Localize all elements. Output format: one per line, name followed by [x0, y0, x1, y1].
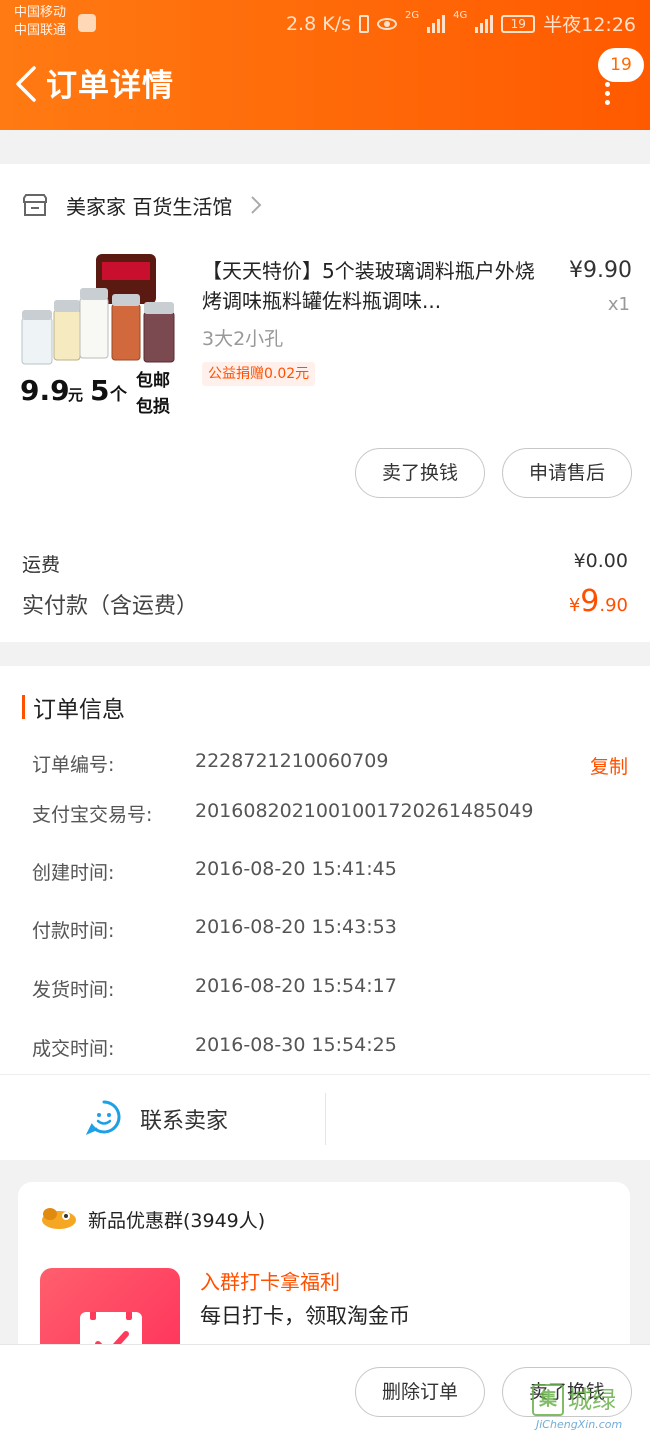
group-promo-title: 入群打卡拿福利 [200, 1270, 340, 1294]
page-title: 订单详情 [46, 68, 174, 104]
clock: 半夜12:26 [543, 14, 636, 36]
eye-icon [376, 17, 397, 30]
store-icon [23, 194, 47, 216]
order-number-label: 订单编号: [32, 754, 115, 776]
image-tagline-1: 包邮 [136, 370, 170, 391]
apply-after-sale-button[interactable]: 申请售后 [502, 448, 632, 498]
carrier-1: 中国移动 [14, 5, 67, 20]
product-quantity: x1 [607, 294, 630, 315]
product-image-art: 9.9 元 5 个 包邮 包损 [20, 254, 175, 417]
back-arrow-icon[interactable] [12, 64, 40, 104]
watermark-logo: 集 [532, 1384, 564, 1416]
paid-currency: ¥ [568, 595, 581, 616]
shipping-value: ¥0.00 [573, 550, 628, 572]
image-count-unit: 个 [109, 384, 128, 405]
completed-time-label: 成交时间: [32, 1038, 115, 1060]
image-count-text: 5 [90, 374, 109, 407]
alipay-trade-label: 支付宝交易号: [32, 804, 153, 826]
product-price: ¥9.90 [569, 258, 632, 283]
shipped-time-label: 发货时间: [32, 979, 115, 1001]
status-indicators: 2.8 K/s 2G 4G 19 半夜12:26 [286, 10, 636, 37]
product-title[interactable]: 【天天特价】5个装玻璃调料瓶户外烧烤调味瓶料罐佐料瓶调味... [202, 256, 552, 316]
carrier-2: 中国联通 [14, 23, 67, 38]
network-type-1: 2G [404, 10, 420, 21]
image-tagline-2: 包损 [136, 396, 170, 417]
contact-seller-row: 联系卖家 [0, 1074, 650, 1160]
signal-icon [427, 14, 446, 33]
section-accent-bar [22, 695, 25, 719]
header: 中国移动 中国联通 2.8 K/s 2G 4G 19 半夜12:26 订单详情 … [0, 0, 650, 130]
message-count-badge[interactable]: 19 [598, 48, 644, 82]
chevron-right-icon [251, 196, 262, 214]
shop-name: 美家家 百货生活馆 [66, 194, 233, 219]
charity-tag: 公益捐赠0.02元 [202, 362, 316, 386]
group-logo-icon [42, 1208, 76, 1229]
battery-icon: 19 [501, 14, 536, 33]
sell-for-cash-button[interactable]: 卖了换钱 [355, 448, 485, 498]
paid-amount: ¥9.90 [569, 584, 628, 619]
status-bar: 中国移动 中国联通 2.8 K/s 2G 4G 19 半夜12:26 [0, 0, 650, 44]
completed-time-value: 2016-08-30 15:54:25 [195, 1034, 397, 1056]
order-info-title: 订单信息 [33, 697, 125, 723]
alipay-trade-value: 2016082021001001720261485049 [195, 800, 534, 822]
network-speed: 2.8 K/s [285, 12, 351, 35]
group-name: 新品优惠群(3949人) [88, 1210, 266, 1232]
more-menu-icon[interactable] [600, 80, 614, 105]
vertical-divider [325, 1093, 326, 1145]
carrier-info: 中国移动 中国联通 [14, 4, 66, 40]
paid-time-value: 2016-08-20 15:43:53 [195, 916, 397, 938]
paid-decimal: .90 [599, 595, 628, 616]
shield-icon [78, 14, 96, 32]
created-time-value: 2016-08-20 15:41:45 [195, 858, 397, 880]
watermark-en: JiChengXin.com [536, 1418, 623, 1431]
chat-face-icon[interactable] [86, 1099, 122, 1135]
order-number-value: 2228721210060709 [195, 750, 389, 772]
image-price-unit: 元 [68, 386, 83, 404]
delete-order-button[interactable]: 删除订单 [355, 1367, 485, 1417]
order-info-header: 订单信息 [22, 692, 125, 723]
order-info-card: 订单信息 订单编号: 2228721210060709 复制 支付宝交易号: 2… [0, 666, 650, 1160]
paid-integer: 9 [580, 584, 600, 619]
paid-label: 实付款（含运费） [22, 594, 199, 619]
order-item-card: 美家家 百货生活馆 9.9 元 5 个 包邮 包损 【天天特价】5个装玻璃调料瓶 [0, 164, 650, 642]
contact-seller-button[interactable]: 联系卖家 [140, 1103, 228, 1135]
watermark: 集 城绿 JiChengXin.com [532, 1384, 650, 1435]
group-promo-desc: 每日打卡，领取淘金币 [200, 1304, 410, 1328]
shop-row[interactable]: 美家家 百货生活馆 [22, 190, 262, 220]
watermark-cn: 城绿 [568, 1386, 616, 1414]
product-image[interactable]: 9.9 元 5 个 包邮 包损 [18, 252, 182, 418]
product-sku: 3大2小孔 [202, 328, 284, 350]
copy-button[interactable]: 复制 [590, 752, 628, 779]
network-type-2: 4G [453, 10, 468, 21]
paid-time-label: 付款时间: [32, 920, 115, 942]
shipped-time-value: 2016-08-20 15:54:17 [195, 975, 397, 997]
vibrate-icon [358, 14, 369, 33]
image-price-text: 9.9 [20, 374, 70, 407]
created-time-label: 创建时间: [32, 862, 115, 884]
shipping-label: 运费 [22, 554, 61, 576]
signal-icon-2 [475, 14, 494, 33]
